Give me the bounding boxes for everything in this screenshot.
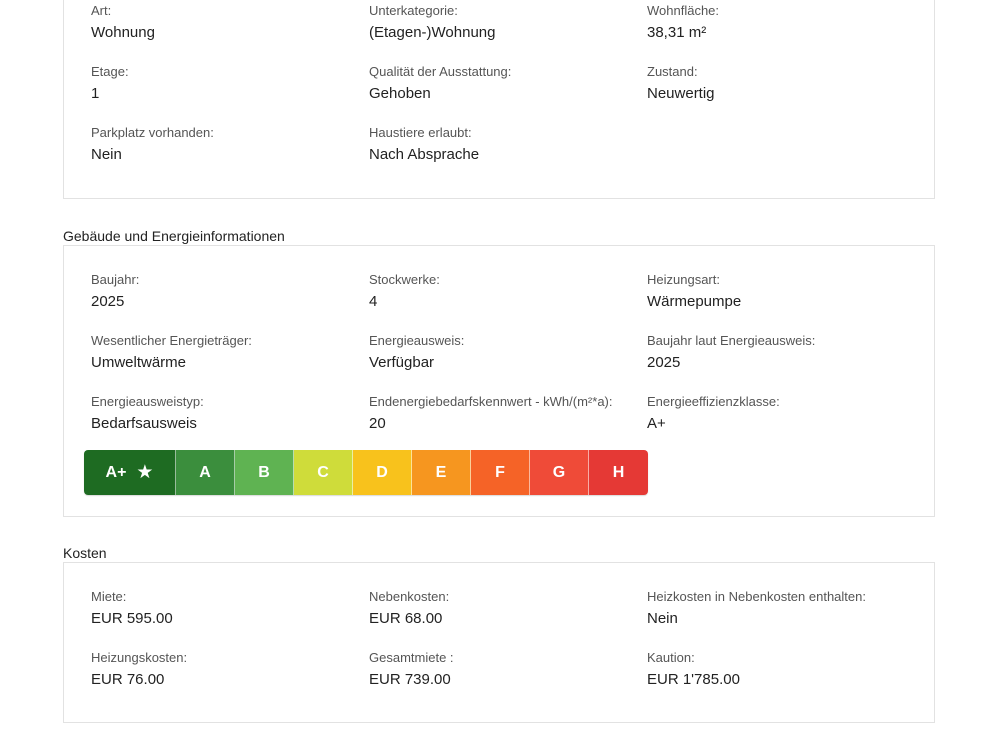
field-value: Nach Absprache xyxy=(369,146,480,163)
field-baujahr-energieausweis: Baujahr laut Energieausweis: 2025 xyxy=(647,333,815,372)
star-icon: ★ xyxy=(136,462,154,483)
field-label: Heizungskosten: xyxy=(91,650,188,665)
field-label: Unterkategorie: xyxy=(369,3,458,18)
field-value: 20 xyxy=(369,415,386,432)
field-value: EUR 1'785.00 xyxy=(647,671,740,688)
field-value: Wohnung xyxy=(91,24,155,41)
energy-class-label: D xyxy=(376,463,388,481)
field-value: 38,31 m² xyxy=(647,24,707,41)
field-value: Umweltwärme xyxy=(91,354,187,371)
energy-class-a: A xyxy=(176,450,235,495)
section-title-costs: Kosten xyxy=(63,545,107,561)
energy-class-f: F xyxy=(471,450,530,495)
energy-class-a-plus: A+ ★ xyxy=(84,450,176,495)
field-value: EUR 739.00 xyxy=(369,671,451,688)
field-value: EUR 76.00 xyxy=(91,671,165,688)
field-endenergiebedarf: Endenergiebedarfskennwert - kWh/(m²*a): … xyxy=(369,394,613,433)
energy-class-b: B xyxy=(235,450,294,495)
field-energieausweistyp: Energieausweistyp: Bedarfsausweis xyxy=(91,394,204,433)
energy-class-d: D xyxy=(353,450,412,495)
energy-class-h: H xyxy=(589,450,648,495)
field-label: Nebenkosten: xyxy=(369,589,450,604)
field-heizkosten-enthalten: Heizkosten in Nebenkosten enthalten: Nei… xyxy=(647,589,866,628)
field-haustiere: Haustiere erlaubt: Nach Absprache xyxy=(369,125,479,164)
field-value: (Etagen-)Wohnung xyxy=(369,24,496,41)
field-label: Wesentlicher Energieträger: xyxy=(91,333,252,348)
field-ausstattung: Qualität der Ausstattung: Gehoben xyxy=(369,64,511,103)
field-value: Wärmepumpe xyxy=(647,293,742,310)
field-value: Nein xyxy=(91,146,122,163)
field-unterkategorie: Unterkategorie: (Etagen-)Wohnung xyxy=(369,3,495,42)
field-nebenkosten: Nebenkosten: EUR 68.00 xyxy=(369,589,449,628)
field-value: Neuwertig xyxy=(647,85,715,102)
field-zustand: Zustand: Neuwertig xyxy=(647,64,715,103)
building-energy-card: Baujahr: 2025 Stockwerke: 4 Heizungsart:… xyxy=(63,245,935,517)
energy-class-e: E xyxy=(412,450,471,495)
field-value: 2025 xyxy=(91,293,125,310)
field-parkplatz: Parkplatz vorhanden: Nein xyxy=(91,125,214,164)
field-value: Bedarfsausweis xyxy=(91,415,197,432)
energy-class-label: A xyxy=(199,463,211,481)
field-stockwerke: Stockwerke: 4 xyxy=(369,272,440,311)
field-label: Miete: xyxy=(91,589,127,604)
field-value: A+ xyxy=(647,415,666,432)
field-label: Energieeffizienzklasse: xyxy=(647,394,780,409)
energy-class-label: H xyxy=(612,463,625,481)
field-label: Gesamtmiete : xyxy=(369,650,454,665)
field-label: Endenergiebedarfskennwert - kWh/(m²*a): xyxy=(369,394,613,409)
energy-class-label: F xyxy=(495,463,505,481)
field-wohnflaeche: Wohnfläche: 38,31 m² xyxy=(647,3,719,42)
energy-class-label: B xyxy=(258,463,270,481)
field-energieausweis: Energieausweis: Verfügbar xyxy=(369,333,464,372)
energy-class-c: C xyxy=(294,450,353,495)
field-value: Nein xyxy=(647,610,678,627)
field-label: Wohnfläche: xyxy=(647,3,720,18)
field-label: Parkplatz vorhanden: xyxy=(91,125,214,140)
field-label: Energieausweis: xyxy=(369,333,465,348)
field-value: EUR 68.00 xyxy=(369,610,443,627)
field-miete: Miete: EUR 595.00 xyxy=(91,589,173,628)
field-etage: Etage: 1 xyxy=(91,64,129,103)
field-label: Haustiere erlaubt: xyxy=(369,125,472,140)
energy-class-label: A+ xyxy=(105,463,127,481)
field-value: 4 xyxy=(369,293,378,310)
field-label: Art: xyxy=(91,3,112,18)
field-value: 2025 xyxy=(647,354,681,371)
field-label: Heizungsart: xyxy=(647,272,720,287)
field-label: Qualität der Ausstattung: xyxy=(369,64,512,79)
section-title-building: Gebäude und Energieinformationen xyxy=(63,228,285,244)
field-heizungskosten: Heizungskosten: EUR 76.00 xyxy=(91,650,187,689)
field-value: Gehoben xyxy=(369,85,431,102)
field-gesamtmiete: Gesamtmiete : EUR 739.00 xyxy=(369,650,454,689)
field-value: 1 xyxy=(91,85,100,102)
field-energietraeger: Wesentlicher Energieträger: Umweltwärme xyxy=(91,333,252,372)
field-heizungsart: Heizungsart: Wärmepumpe xyxy=(647,272,741,311)
energy-class-label: G xyxy=(552,463,566,481)
field-value: Verfügbar xyxy=(369,354,435,371)
field-art: Art: Wohnung xyxy=(91,3,155,42)
field-energieeffizienzklasse: Energieeffizienzklasse: A+ xyxy=(647,394,780,433)
field-label: Kaution: xyxy=(647,650,695,665)
field-label: Etage: xyxy=(91,64,129,79)
energy-efficiency-scale: A+ ★ A B C D E F G H xyxy=(84,450,648,495)
field-value: EUR 595.00 xyxy=(91,610,173,627)
field-label: Energieausweistyp: xyxy=(91,394,204,409)
field-kaution: Kaution: EUR 1'785.00 xyxy=(647,650,740,689)
field-label: Heizkosten in Nebenkosten enthalten: xyxy=(647,589,866,604)
field-baujahr: Baujahr: 2025 xyxy=(91,272,139,311)
field-label: Zustand: xyxy=(647,64,698,79)
field-label: Stockwerke: xyxy=(369,272,440,287)
costs-card: Miete: EUR 595.00 Nebenkosten: EUR 68.00… xyxy=(63,562,935,723)
field-label: Baujahr laut Energieausweis: xyxy=(647,333,816,348)
energy-class-g: G xyxy=(530,450,589,495)
energy-class-label: E xyxy=(435,463,447,481)
property-details-card: Art: Wohnung Unterkategorie: (Etagen-)Wo… xyxy=(63,0,935,199)
energy-class-label: C xyxy=(317,463,329,481)
field-label: Baujahr: xyxy=(91,272,140,287)
